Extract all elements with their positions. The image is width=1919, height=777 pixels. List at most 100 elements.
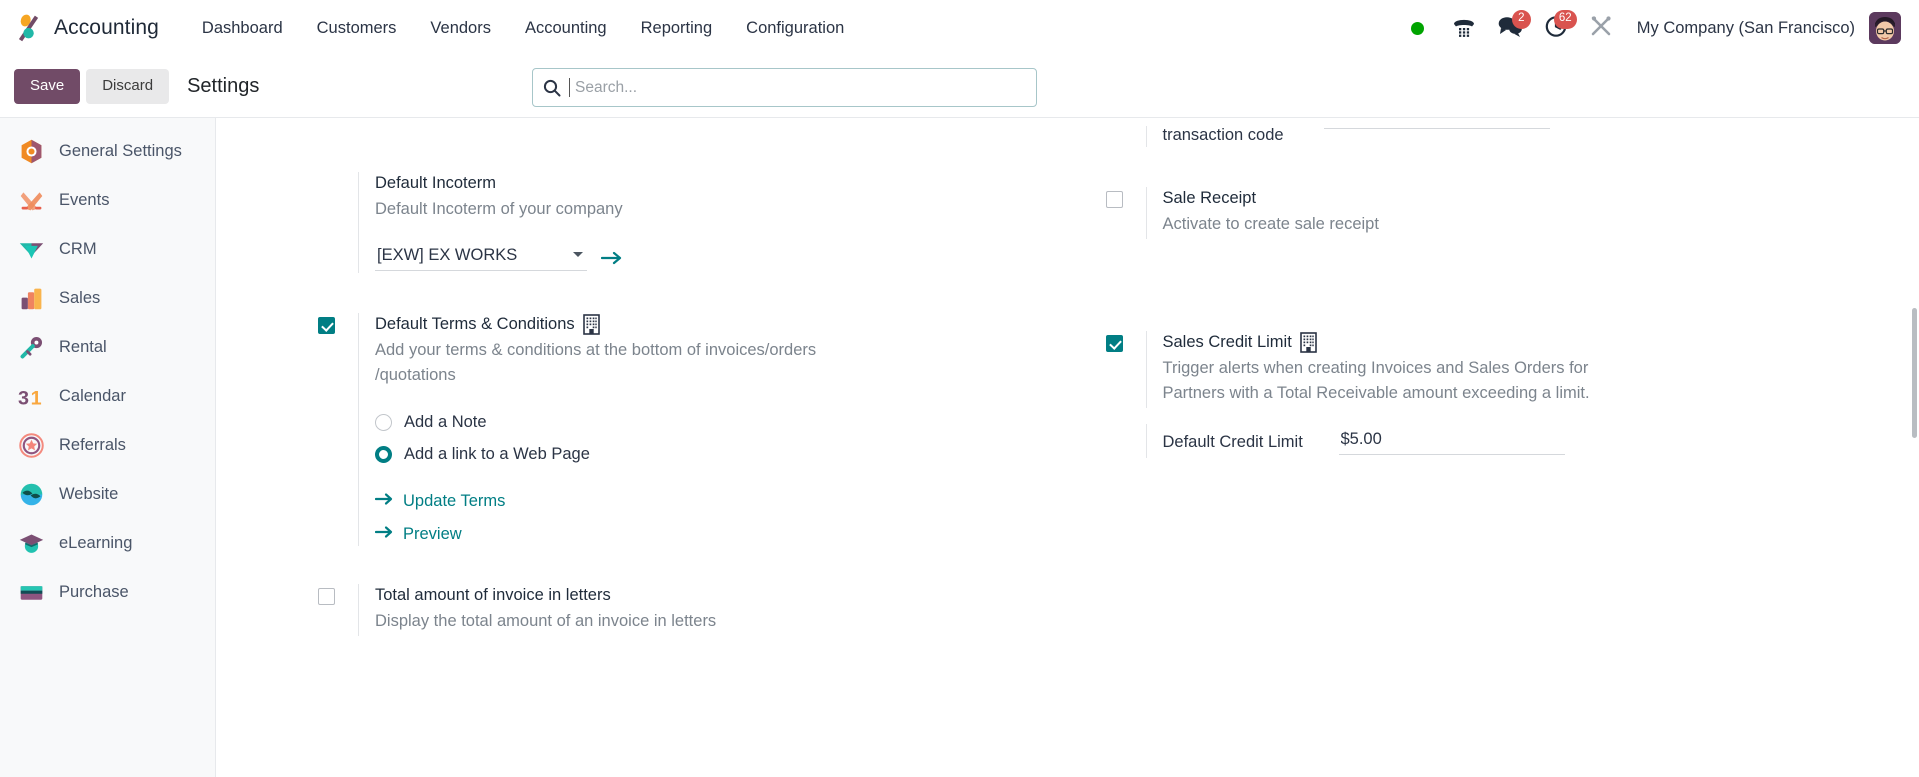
discard-button[interactable]: Discard [86, 69, 170, 104]
sales-credit-limit-content: Sales Credit Limit Trigger alerts when c… [1145, 331, 1900, 409]
save-button[interactable]: Save [14, 69, 81, 104]
page-body: General Settings Events CRM Sales Rental… [0, 118, 1919, 777]
svg-text:1: 1 [31, 388, 42, 410]
menu-item-configuration[interactable]: Configuration [729, 13, 861, 44]
default-incoterm-description: Default Incoterm of your company [375, 199, 623, 218]
website-icon [18, 481, 45, 508]
crm-icon [18, 236, 45, 263]
events-icon [18, 187, 45, 214]
search-icon [543, 79, 561, 97]
odoo-logo-icon [14, 13, 44, 43]
sidebar-item-sales[interactable]: Sales [0, 274, 215, 323]
internal-link-button[interactable] [601, 250, 623, 266]
setting-default-credit-limit: Default Credit Limit [1090, 424, 1900, 474]
default-credit-limit-input[interactable] [1338, 430, 1565, 456]
preview-terms-link[interactable]: Preview [374, 525, 1048, 544]
default-incoterm-select-wrap: [EXW] EX WORKS [375, 244, 587, 271]
sidebar-item-website[interactable]: Website [0, 470, 215, 519]
transaction-code-content: transaction code [1145, 126, 1900, 147]
elearning-icon [18, 530, 45, 557]
sidebar-item-general-settings[interactable]: General Settings [0, 127, 215, 176]
sidebar-label: Referrals [59, 436, 126, 454]
sidebar-label: General Settings [59, 142, 182, 160]
default-terms-content: Default Terms & Conditions Add your term… [358, 313, 1048, 547]
user-avatar[interactable] [1869, 12, 1901, 44]
search-bar[interactable] [532, 68, 1037, 107]
sidebar-item-elearning[interactable]: eLearning [0, 519, 215, 568]
sale-receipt-checkbox[interactable] [1105, 191, 1123, 208]
main-menu: Dashboard Customers Vendors Accounting R… [185, 13, 861, 44]
menu-item-accounting[interactable]: Accounting [508, 13, 624, 44]
sidebar-label: Rental [59, 338, 107, 356]
voip-phone-button[interactable] [1441, 8, 1487, 48]
brand-name: Accounting [54, 16, 159, 39]
main-scrollbar-track[interactable] [1910, 118, 1919, 777]
transaction-code-label: transaction code [1162, 126, 1284, 144]
calendar-icon: 3 1 [18, 383, 45, 410]
developer-tools-button[interactable] [1579, 8, 1625, 48]
settings-column-left: Default Incoterm Default Incoterm of you… [216, 118, 1068, 652]
sidebar-item-referrals[interactable]: Referrals [0, 421, 215, 470]
sales-credit-limit-title: Sales Credit Limit [1162, 333, 1292, 351]
settings-column-right: transaction code Sale Receipt Activate t… [1068, 118, 1919, 652]
default-incoterm-content: Default Incoterm Default Incoterm of you… [358, 172, 1048, 273]
main-scrollbar-thumb[interactable] [1912, 308, 1917, 438]
total-in-letters-checkbox[interactable] [318, 588, 335, 606]
setting-total-in-letters: Total amount of invoice in letters Displ… [302, 562, 1048, 652]
tools-wrench-icon [1590, 14, 1614, 43]
sidebar-item-purchase[interactable]: Purchase [0, 568, 215, 617]
sidebar-label: Purchase [59, 583, 129, 601]
update-terms-link[interactable]: Update Terms [374, 492, 1048, 511]
referrals-icon [18, 432, 45, 459]
presence-status-indicator[interactable] [1395, 8, 1441, 48]
radio-add-link-web-page[interactable]: Add a link to a Web Page [375, 438, 1048, 470]
menu-item-dashboard[interactable]: Dashboard [185, 13, 300, 44]
radio-note-input[interactable] [375, 413, 392, 431]
sales-icon [18, 285, 45, 312]
radio-add-a-note[interactable]: Add a Note [375, 406, 1048, 438]
brand[interactable]: Accounting [14, 13, 159, 43]
sidebar-item-rental[interactable]: Rental [0, 323, 215, 372]
default-terms-description: Add your terms & conditions at the botto… [375, 340, 817, 384]
arrow-right-icon [374, 525, 394, 544]
total-in-letters-description: Display the total amount of an invoice i… [375, 612, 717, 630]
total-in-letters-content: Total amount of invoice in letters Displ… [358, 584, 1048, 637]
company-switcher[interactable]: My Company (San Francisco) [1625, 19, 1869, 38]
default-terms-title-row: Default Terms & Conditions [375, 313, 1048, 337]
sidebar-label: CRM [59, 240, 97, 258]
settings-main: Default Incoterm Default Incoterm of you… [216, 118, 1919, 777]
sidebar-label: Calendar [59, 387, 126, 405]
sidebar-item-calendar[interactable]: 3 1 Calendar [0, 372, 215, 421]
radio-webpage-label: Add a link to a Web Page [404, 444, 590, 463]
sale-receipt-checkbox-cell [1090, 187, 1146, 239]
update-terms-label: Update Terms [403, 492, 506, 511]
control-panel: Save Discard Settings [0, 56, 1919, 118]
messages-button[interactable]: 2 [1487, 8, 1533, 48]
sales-credit-limit-checkbox[interactable] [1105, 335, 1123, 352]
transaction-code-input[interactable] [1323, 128, 1550, 129]
menu-item-customers[interactable]: Customers [300, 13, 414, 44]
sale-receipt-description: Activate to create sale receipt [1162, 214, 1379, 233]
setting-sale-receipt: Sale Receipt Activate to create sale rec… [1090, 163, 1900, 255]
sidebar-label: Website [59, 485, 119, 503]
phone-dialpad-icon [1451, 15, 1477, 42]
default-terms-checkbox[interactable] [318, 317, 335, 334]
company-scope-icon [582, 314, 600, 336]
activities-button[interactable]: 62 [1533, 8, 1579, 48]
search-input[interactable] [573, 77, 1026, 98]
total-in-letters-checkbox-cell [302, 584, 358, 636]
online-dot-icon [1411, 21, 1425, 35]
menu-item-reporting[interactable]: Reporting [624, 13, 730, 44]
svg-text:3: 3 [18, 388, 29, 410]
menu-item-vendors[interactable]: Vendors [413, 13, 508, 44]
spacer-cell [302, 172, 358, 273]
top-navbar: Accounting Dashboard Customers Vendors A… [0, 0, 1919, 56]
sidebar-item-crm[interactable]: CRM [0, 225, 215, 274]
activities-count-badge: 62 [1553, 10, 1577, 29]
default-incoterm-select[interactable]: [EXW] EX WORKS [375, 244, 587, 271]
radio-webpage-input[interactable] [375, 445, 392, 463]
sidebar-item-events[interactable]: Events [0, 176, 215, 225]
setting-default-terms: Default Terms & Conditions Add your term… [302, 289, 1048, 562]
spacer-cell [1090, 126, 1146, 147]
radio-note-label: Add a Note [404, 412, 487, 431]
